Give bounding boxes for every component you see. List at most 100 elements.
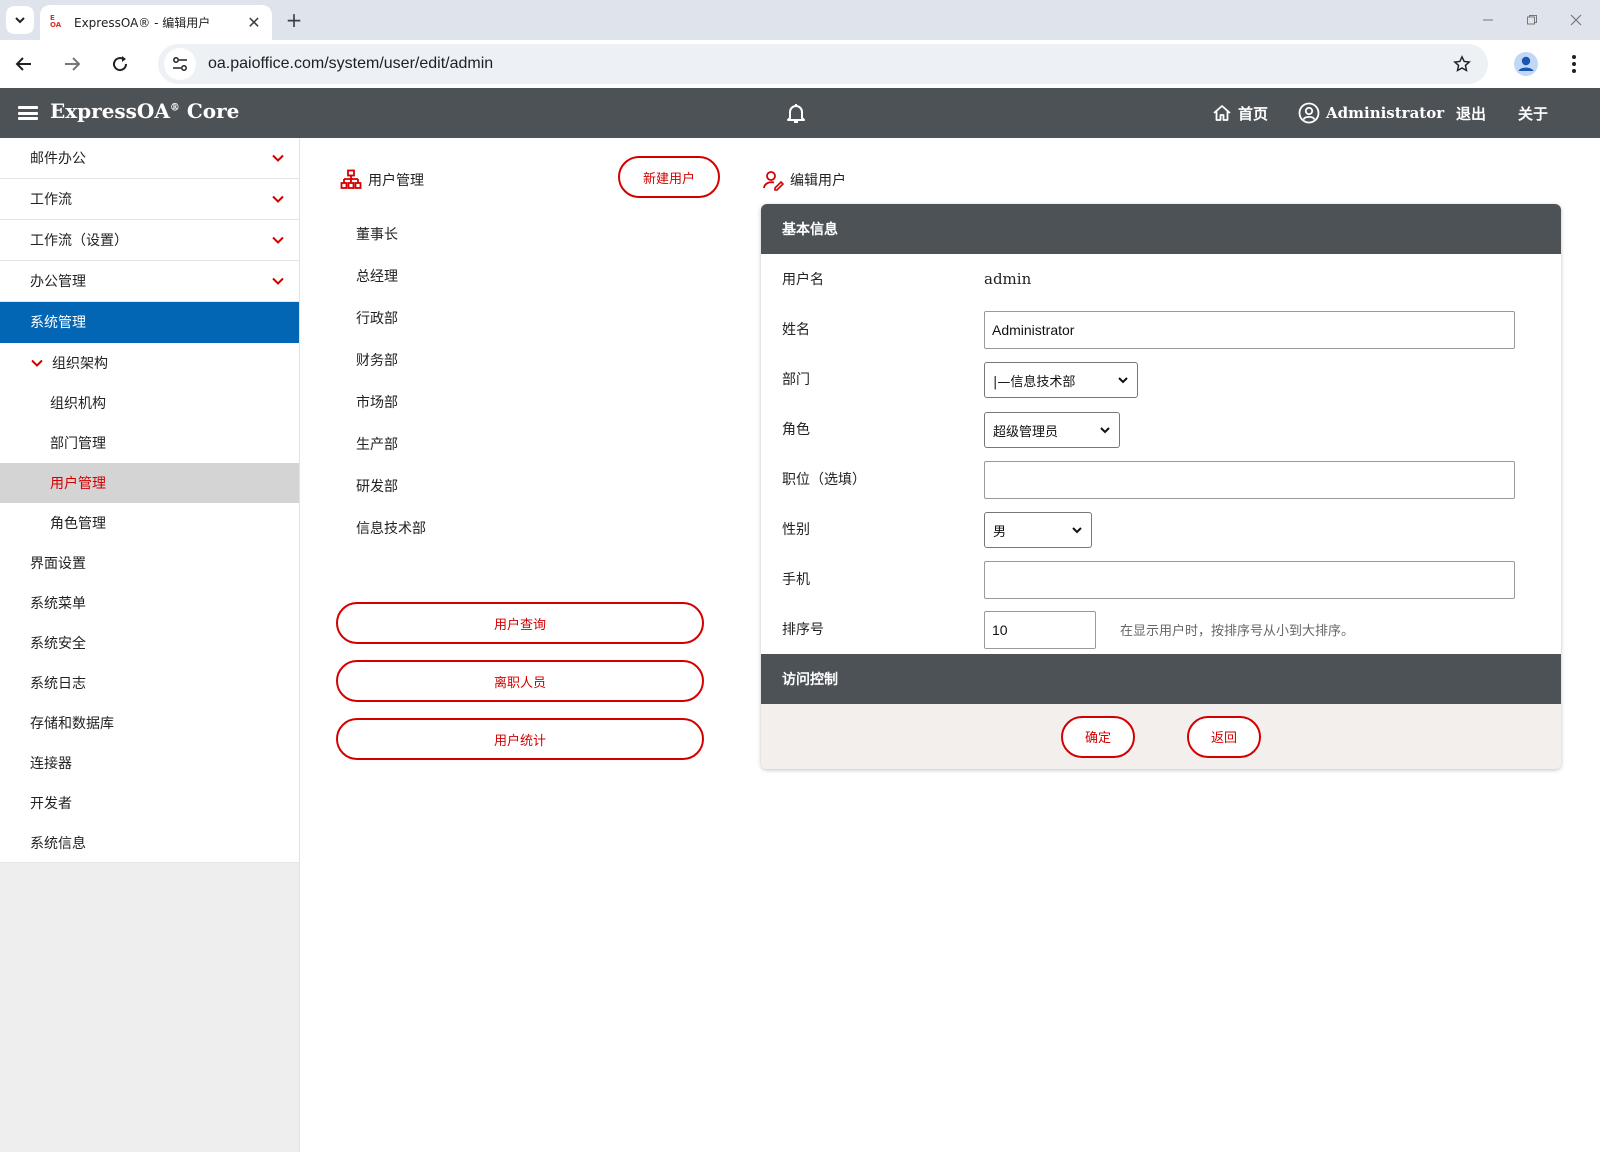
sidebar-item-sysinfo[interactable]: 系统信息 <box>0 823 299 863</box>
arrow-right-icon <box>65 57 81 71</box>
sidebar-item-workflow[interactable]: 工作流 <box>0 179 299 220</box>
close-window-icon[interactable] <box>1564 8 1588 32</box>
brand-logo[interactable]: ExpressOA® Core <box>50 99 239 123</box>
logout-link[interactable]: 退出 <box>1456 88 1486 138</box>
name-input[interactable]: Administrator <box>984 311 1515 349</box>
order-hint: 在显示用户时，按排序号从小到大排序。 <box>1120 623 1355 639</box>
username-row: 用户名 admin <box>761 254 1561 304</box>
department-row: 部门 |—信息技术部 <box>761 354 1561 404</box>
url-text[interactable]: oa.paioffice.com/system/user/edit/admin <box>208 55 1446 73</box>
sidebar-item-security[interactable]: 系统安全 <box>0 623 299 663</box>
tab-search-button[interactable] <box>6 6 34 34</box>
sidebar-item-menu[interactable]: 系统菜单 <box>0 583 299 623</box>
minimize-icon[interactable] <box>1476 8 1500 32</box>
address-bar[interactable]: oa.paioffice.com/system/user/edit/admin <box>158 44 1488 84</box>
home-link[interactable]: 首页 <box>1212 88 1268 138</box>
list-item[interactable]: 研发部 <box>356 465 426 507</box>
tab-title: ExpressOA® - 编辑用户 <box>74 16 211 30</box>
role-row: 角色 超级管理员 <box>761 404 1561 454</box>
reload-button[interactable] <box>104 48 136 80</box>
sidebar-item-logs[interactable]: 系统日志 <box>0 663 299 703</box>
site-info-icon[interactable] <box>164 48 196 80</box>
phone-row: 手机 <box>761 554 1561 604</box>
role-label: 角色 <box>782 422 810 438</box>
position-input[interactable] <box>984 461 1515 499</box>
sidebar-group-org[interactable]: 组织架构 <box>0 343 299 383</box>
user-edit-icon <box>763 171 784 191</box>
gender-row: 性别 男 <box>761 504 1561 554</box>
position-row: 职位（选填） <box>761 454 1561 504</box>
chevron-down-icon <box>1100 427 1110 434</box>
sidebar-item-ui-settings[interactable]: 界面设置 <box>0 543 299 583</box>
edit-user-heading: 编辑用户 <box>762 168 846 192</box>
sidebar-sub-users[interactable]: 用户管理 <box>0 463 299 503</box>
phone-input[interactable] <box>984 561 1515 599</box>
sidebar-item-workflow-settings[interactable]: 工作流（设置） <box>0 220 299 261</box>
user-menu[interactable]: Administrator <box>1298 88 1444 138</box>
order-label: 排序号 <box>782 622 824 638</box>
list-item[interactable]: 市场部 <box>356 381 426 423</box>
bookmark-star-icon[interactable] <box>1446 48 1478 80</box>
new-tab-button[interactable]: + <box>280 6 308 34</box>
list-item[interactable]: 行政部 <box>356 297 426 339</box>
confirm-button[interactable]: 确定 <box>1061 715 1135 758</box>
list-item[interactable]: 董事长 <box>356 213 426 255</box>
user-query-button[interactable]: 用户查询 <box>336 602 704 644</box>
chevron-down-icon <box>1118 377 1128 384</box>
home-icon <box>1213 105 1231 121</box>
reload-icon <box>113 56 128 72</box>
about-link[interactable]: 关于 <box>1518 88 1548 138</box>
gender-select[interactable]: 男 <box>984 512 1092 548</box>
department-select[interactable]: |—信息技术部 <box>984 362 1138 398</box>
browser-toolbar: oa.paioffice.com/system/user/edit/admin <box>0 40 1600 88</box>
user-statistics-button[interactable]: 用户统计 <box>336 718 704 760</box>
chevron-down-icon <box>272 154 284 162</box>
list-item[interactable]: 信息技术部 <box>356 507 426 549</box>
new-user-button[interactable]: 新建用户 <box>618 156 720 198</box>
chevron-down-icon <box>272 195 284 203</box>
chevron-down-icon <box>31 359 43 367</box>
bell-icon[interactable] <box>784 101 808 125</box>
sidebar-sub-departments[interactable]: 部门管理 <box>0 423 299 463</box>
edit-user-panel: 基本信息 用户名 admin 姓名 Administrator 部门 |—信息技… <box>761 204 1561 769</box>
sidebar-item-system[interactable]: 系统管理 <box>0 302 299 343</box>
browser-tab[interactable]: E OA ExpressOA® - 编辑用户 ✕ <box>40 5 272 40</box>
sidebar-sub-roles[interactable]: 角色管理 <box>0 503 299 543</box>
phone-label: 手机 <box>782 572 810 588</box>
forward-button[interactable] <box>56 48 88 80</box>
back-button-form[interactable]: 返回 <box>1187 715 1261 758</box>
arrow-left-icon <box>15 57 31 71</box>
browser-menu-icon[interactable] <box>1560 48 1588 80</box>
list-item[interactable]: 生产部 <box>356 423 426 465</box>
form-actions: 确定 返回 <box>761 704 1561 769</box>
role-select[interactable]: 超级管理员 <box>984 412 1120 448</box>
chevron-down-icon <box>272 277 284 285</box>
sidebar-item-storage[interactable]: 存储和数据库 <box>0 703 299 743</box>
profile-avatar-icon[interactable] <box>1510 48 1542 80</box>
access-control-section-header[interactable]: 访问控制 <box>761 654 1561 704</box>
sidebar-item-connectors[interactable]: 连接器 <box>0 743 299 783</box>
sidebar-sub-org-units[interactable]: 组织机构 <box>0 383 299 423</box>
order-input[interactable]: 10 <box>984 611 1096 649</box>
close-tab-icon[interactable]: ✕ <box>242 11 266 35</box>
sidebar-item-office[interactable]: 办公管理 <box>0 261 299 302</box>
restore-icon[interactable] <box>1520 8 1544 32</box>
chevron-down-icon <box>272 236 284 244</box>
sidebar-item-developer[interactable]: 开发者 <box>0 783 299 823</box>
order-row: 排序号 10 在显示用户时，按排序号从小到大排序。 <box>761 604 1561 654</box>
position-label: 职位（选填） <box>782 472 866 488</box>
back-button[interactable] <box>8 48 40 80</box>
chevron-down-icon <box>15 17 25 24</box>
list-item[interactable]: 财务部 <box>356 339 426 381</box>
gender-label: 性别 <box>782 522 810 538</box>
department-label: 部门 <box>782 372 810 388</box>
hamburger-menu-icon[interactable] <box>18 102 38 124</box>
sidebar-item-mail[interactable]: 邮件办公 <box>0 138 299 179</box>
user-management-heading: 用户管理 <box>340 168 424 192</box>
username-label: 用户名 <box>782 272 824 288</box>
resigned-staff-button[interactable]: 离职人员 <box>336 660 704 702</box>
org-chart-icon <box>340 169 362 189</box>
list-item[interactable]: 总经理 <box>356 255 426 297</box>
app-header: ExpressOA® Core 首页 Administrator 退出 关于 <box>0 88 1600 138</box>
basic-info-section-header: 基本信息 <box>761 204 1561 254</box>
